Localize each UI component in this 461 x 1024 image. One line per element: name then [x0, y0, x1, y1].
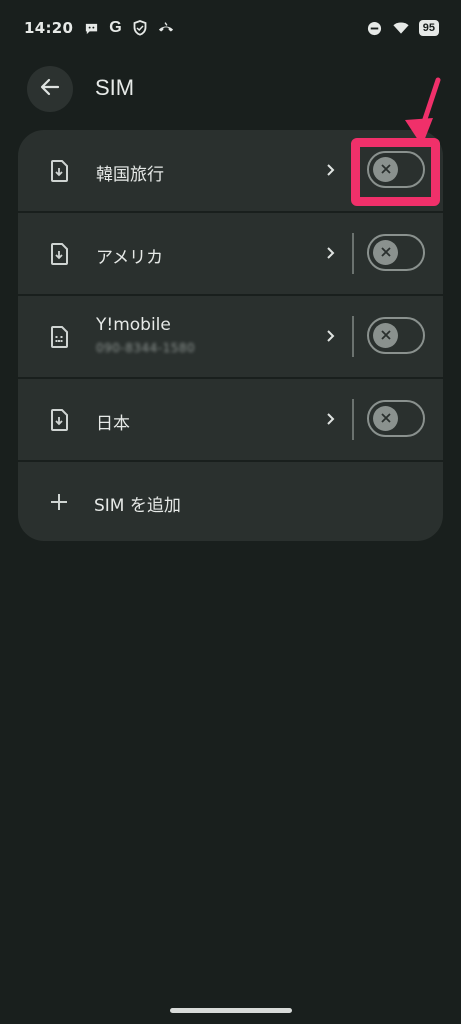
status-bar: 14:20 G 95: [0, 0, 461, 56]
toggle-knob: [373, 240, 398, 265]
do-not-disturb-icon: [367, 20, 383, 36]
back-button[interactable]: [27, 66, 73, 112]
chevron-right-icon[interactable]: [324, 243, 338, 263]
annotation-arrow-icon: [405, 77, 441, 146]
esim-download-icon: [48, 408, 70, 432]
battery-icon: 95: [418, 20, 439, 36]
sim-toggle-switch[interactable]: [367, 400, 425, 437]
gesture-handle[interactable]: [170, 1008, 292, 1013]
google-icon: G: [109, 19, 122, 36]
close-icon: [380, 243, 392, 262]
sim-label: アメリカ: [96, 248, 164, 268]
page-title: SIM: [95, 75, 135, 100]
sim-row-america[interactable]: アメリカ: [18, 213, 443, 294]
phone-hangup-icon: [158, 20, 174, 36]
chat-bubble-icon: [83, 20, 99, 36]
sim-toggle-switch[interactable]: [367, 234, 425, 271]
status-time: 14:20: [24, 19, 74, 37]
toggle-knob: [373, 406, 398, 431]
close-icon: [380, 326, 392, 345]
sim-row-ymobile[interactable]: Y!mobile 090-8344-1580: [18, 296, 443, 377]
sim-label: Y!mobile: [96, 315, 171, 335]
plus-icon: [49, 492, 69, 512]
phone-number: 090-8344-1580: [96, 341, 196, 355]
chevron-right-icon[interactable]: [324, 409, 338, 429]
sim-toggle-switch[interactable]: [367, 317, 425, 354]
chevron-right-icon[interactable]: [324, 160, 338, 180]
toggle-knob: [373, 323, 398, 348]
chevron-right-icon[interactable]: [324, 326, 338, 346]
sim-row-japan[interactable]: 日本: [18, 379, 443, 460]
app-bar: SIM: [0, 62, 461, 118]
shield-icon: [132, 20, 148, 36]
close-icon: [380, 409, 392, 428]
divider: [352, 316, 354, 357]
add-sim-button[interactable]: SIM を追加: [18, 462, 443, 541]
sim-label: 韓国旅行: [96, 165, 164, 185]
esim-download-icon: [48, 242, 70, 266]
sim-label: 日本: [96, 414, 130, 434]
divider: [352, 399, 354, 440]
esim-download-icon: [48, 159, 70, 183]
wifi-icon: [393, 20, 409, 36]
divider: [352, 233, 354, 274]
add-sim-label: SIM を追加: [94, 496, 181, 516]
sim-card-icon: [48, 325, 70, 349]
arrow-left-icon: [39, 76, 61, 102]
